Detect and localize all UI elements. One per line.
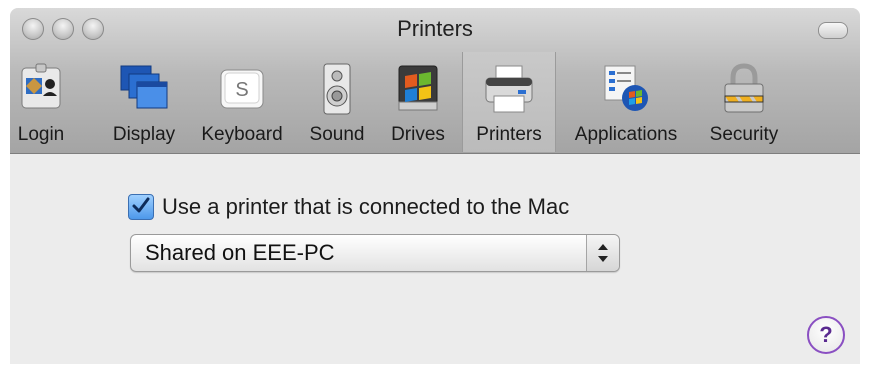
toolbar-item-label: Sound xyxy=(309,124,365,145)
toolbar-item-drives[interactable]: Drives xyxy=(384,52,452,152)
login-id-card-icon xyxy=(14,62,68,116)
printer-share-select[interactable]: Shared on EEE-PC xyxy=(130,234,620,272)
toolbar-item-printers[interactable]: Printers xyxy=(462,52,556,152)
toolbar-item-label: Display xyxy=(112,124,176,145)
toolbar-item-keyboard[interactable]: S Keyboard xyxy=(196,52,288,152)
printers-pane: Use a printer that is connected to the M… xyxy=(10,154,860,364)
applications-icon xyxy=(599,62,653,116)
preferences-window: Printers Login Display S Keyboard Sound … xyxy=(10,8,860,364)
toolbar-item-label: Printers xyxy=(476,124,542,145)
toolbar-item-label: Security xyxy=(709,124,779,145)
window-title: Printers xyxy=(397,16,473,41)
svg-text:S: S xyxy=(235,79,248,101)
toolbar-item-applications[interactable]: Applications xyxy=(562,52,690,152)
toolbar-item-login[interactable]: Login xyxy=(12,52,70,152)
toolbar-item-label: Login xyxy=(17,124,65,145)
use-printer-label[interactable]: Use a printer that is connected to the M… xyxy=(162,194,569,220)
help-button[interactable]: ? xyxy=(807,316,845,354)
use-printer-checkbox[interactable] xyxy=(128,194,154,220)
printer-share-value: Shared on EEE-PC xyxy=(145,240,335,265)
toolbar-item-display[interactable]: Display xyxy=(104,52,184,152)
toolbar-item-security[interactable]: Security xyxy=(698,52,790,152)
select-stepper-icon[interactable] xyxy=(586,235,619,271)
toolbar-toggle-button[interactable] xyxy=(818,22,848,39)
checkmark-icon xyxy=(132,197,150,213)
title-bar: Printers Login Display S Keyboard Sound … xyxy=(10,8,860,154)
toolbar-item-label: Drives xyxy=(391,124,445,145)
keyboard-key-icon: S xyxy=(215,62,269,116)
lock-icon xyxy=(717,62,771,116)
speaker-icon xyxy=(310,62,364,116)
toolbar-item-label: Keyboard xyxy=(201,124,283,145)
display-windows-icon xyxy=(117,62,171,116)
toolbar-item-sound[interactable]: Sound xyxy=(302,52,372,152)
use-printer-option: Use a printer that is connected to the M… xyxy=(128,192,569,222)
drive-icon xyxy=(391,62,445,116)
toolbar: Login Display S Keyboard Sound Drives Pr… xyxy=(10,52,860,152)
toolbar-item-label: Applications xyxy=(574,124,678,145)
printer-icon xyxy=(482,62,536,116)
